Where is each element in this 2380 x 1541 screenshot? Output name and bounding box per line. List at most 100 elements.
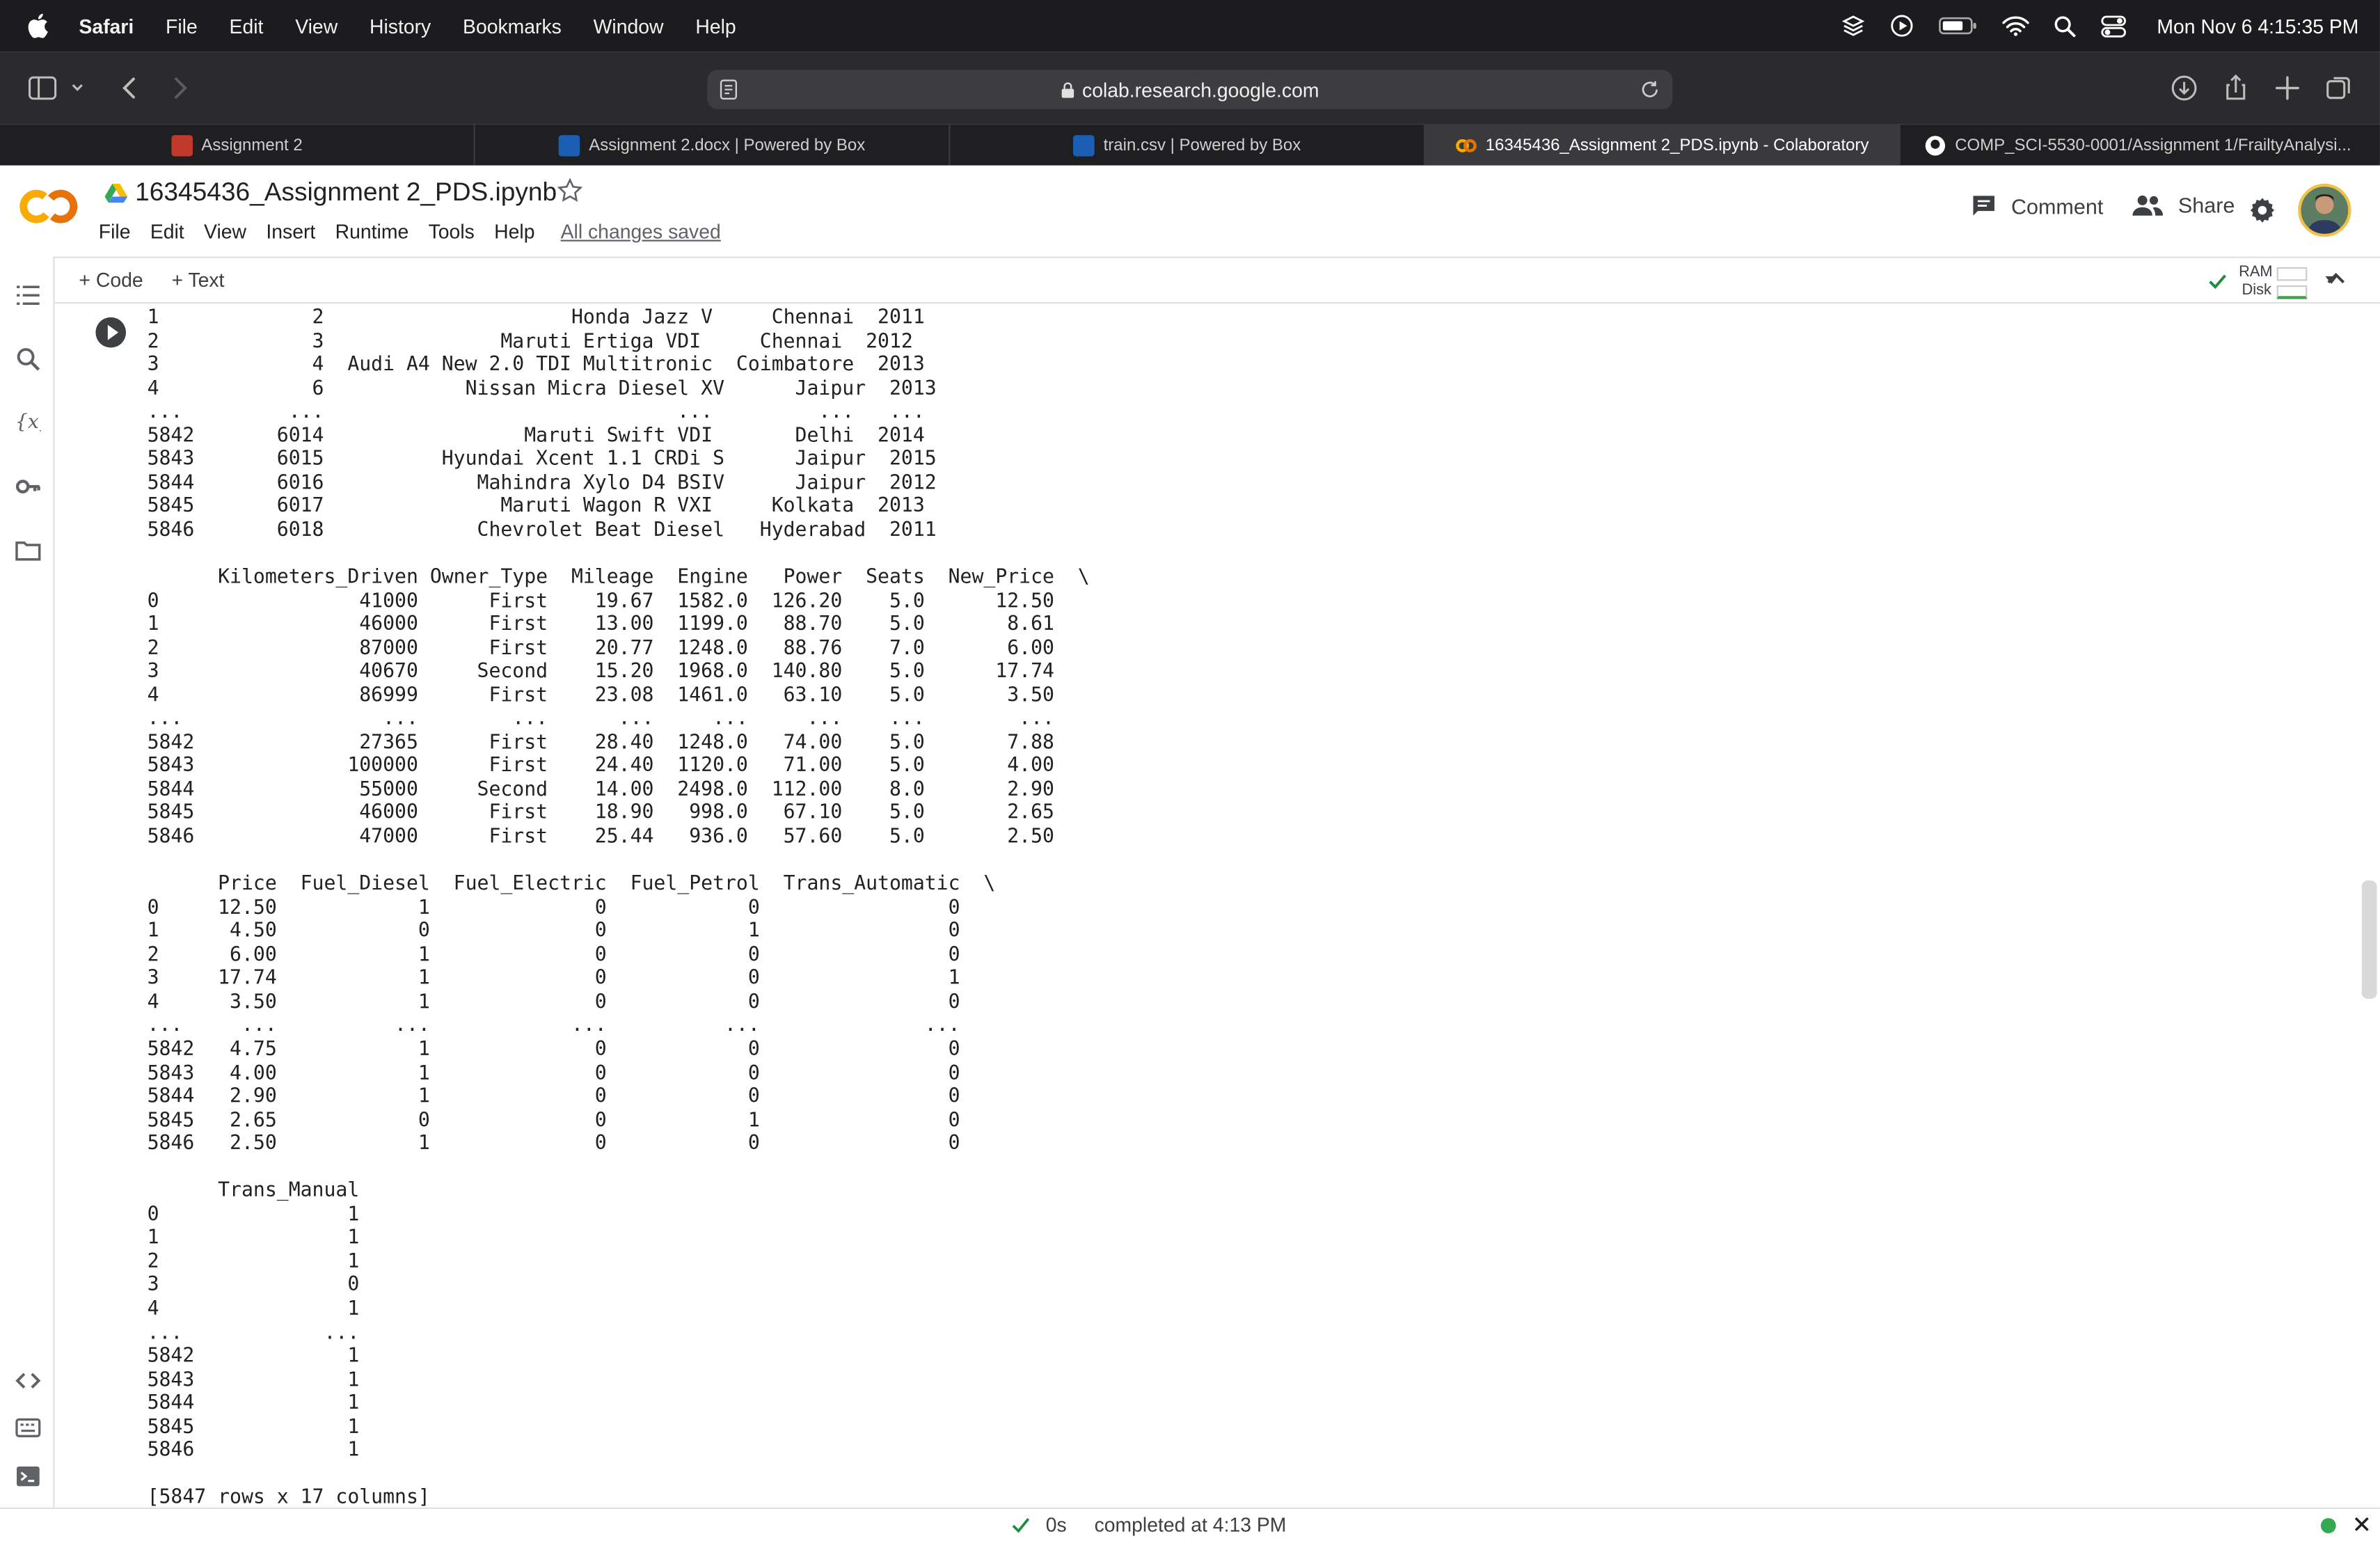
spotlight-search-icon[interactable] — [2054, 15, 2077, 38]
star-icon[interactable] — [557, 177, 583, 203]
browser-tab[interactable]: Assignment 2 — [0, 124, 475, 166]
variables-icon[interactable]: {x} — [15, 409, 41, 434]
browser-tab[interactable]: Assignment 2.docx | Powered by Box — [475, 124, 951, 166]
nb-menu-tools[interactable]: Tools — [429, 220, 475, 243]
execution-completed-time[interactable]: completed at 4:13 PM — [1095, 1514, 1287, 1537]
menu-edit[interactable]: Edit — [230, 15, 264, 38]
notebook-title[interactable]: 16345436_Assignment 2_PDS.ipynb — [135, 177, 557, 208]
browser-tab-active[interactable]: 16345436_Assignment 2_PDS.ipynb - Colabo… — [1425, 124, 1901, 166]
left-sidebar: {x} — [0, 256, 55, 1508]
add-text-button[interactable]: + Text — [171, 269, 224, 292]
sidebar-toggle-icon[interactable] — [27, 73, 58, 104]
forward-icon[interactable] — [164, 73, 195, 104]
share-label: Share — [2177, 192, 2235, 217]
downloads-icon[interactable] — [2169, 73, 2200, 104]
table-of-contents-icon[interactable] — [15, 283, 41, 308]
ram-label: RAM — [2239, 264, 2273, 281]
menu-history[interactable]: History — [370, 15, 431, 38]
vertical-scrollbar[interactable] — [2361, 880, 2377, 999]
apple-icon[interactable] — [27, 13, 49, 38]
browser-tab[interactable]: COMP_SCI-5530-0001/Assignment 1/FrailtyA… — [1901, 125, 2376, 166]
play-circle-icon[interactable] — [1890, 14, 1914, 38]
page-menu-icon[interactable] — [720, 79, 738, 100]
url-text: colab.research.google.com — [1082, 78, 1319, 102]
menu-app-name[interactable]: Safari — [79, 15, 134, 38]
tab-label: Assignment 2.docx | Powered by Box — [589, 136, 866, 155]
tab-label: 16345436_Assignment 2_PDS.ipynb - Colabo… — [1485, 136, 1869, 155]
status-menu-area: Mon Nov 6 4:15:35 PM — [1841, 0, 2358, 52]
github-icon — [1925, 135, 1946, 155]
svg-text:{x}: {x} — [15, 410, 41, 433]
close-icon[interactable] — [2353, 1515, 2371, 1533]
notebook-menu: File Edit View Insert Runtime Tools Help… — [99, 220, 740, 243]
browser-tab-bar: Assignment 2 Assignment 2.docx | Powered… — [0, 124, 2380, 166]
macos-menu-bar: Safari File Edit View History Bookmarks … — [0, 0, 2380, 52]
command-palette-icon[interactable] — [15, 1415, 41, 1441]
collapse-header-icon[interactable] — [2325, 270, 2347, 285]
colab-logo-icon[interactable] — [18, 187, 79, 226]
new-tab-icon[interactable] — [2272, 73, 2303, 104]
tab-label: COMP_SCI-5530-0001/Assignment 1/FrailtyA… — [1955, 136, 2351, 155]
menu-bookmarks[interactable]: Bookmarks — [463, 15, 562, 38]
menu-window[interactable]: Window — [594, 15, 664, 38]
box-icon — [1073, 134, 1095, 156]
disk-label: Disk — [2242, 282, 2271, 299]
canvas-icon — [170, 134, 193, 156]
nb-menu-view[interactable]: View — [204, 220, 246, 243]
lock-icon — [1061, 81, 1074, 97]
nb-menu-insert[interactable]: Insert — [266, 220, 315, 243]
tab-label: train.csv | Powered by Box — [1103, 136, 1301, 155]
comment-label: Comment — [2010, 194, 2104, 219]
disk-usage-bar — [2276, 285, 2308, 299]
nb-menu-runtime[interactable]: Runtime — [335, 220, 409, 243]
control-center-icon[interactable] — [2101, 15, 2127, 38]
nb-menu-file[interactable]: File — [99, 220, 131, 243]
comment-button[interactable]: Comment — [1970, 193, 2103, 220]
address-bar[interactable]: colab.research.google.com — [707, 70, 1673, 110]
menu-clock[interactable]: Mon Nov 6 4:15:35 PM — [2157, 15, 2358, 38]
settings-gear-icon[interactable] — [2248, 196, 2276, 224]
resource-indicator[interactable]: RAM Disk — [2207, 264, 2343, 301]
menu-view[interactable]: View — [295, 15, 338, 38]
screen: Safari File Edit View History Bookmarks … — [0, 0, 2380, 1541]
tab-label: Assignment 2 — [201, 136, 303, 155]
connection-status-dot — [2320, 1518, 2336, 1533]
nb-menu-edit[interactable]: Edit — [150, 220, 184, 243]
search-icon[interactable] — [15, 346, 41, 372]
colab-icon — [1455, 138, 1477, 152]
reload-icon[interactable] — [1640, 79, 1661, 100]
back-icon[interactable] — [116, 73, 146, 104]
menu-file[interactable]: File — [166, 15, 198, 38]
status-bar: 0s completed at 4:13 PM — [0, 1507, 2380, 1541]
terminal-icon[interactable] — [15, 1464, 41, 1489]
files-folder-icon[interactable] — [15, 537, 41, 563]
people-icon — [2132, 195, 2164, 216]
google-drive-icon[interactable] — [104, 182, 128, 204]
layers-icon[interactable] — [1841, 14, 1866, 38]
save-status-link[interactable]: All changes saved — [561, 220, 721, 243]
wifi-icon[interactable] — [2002, 15, 2029, 37]
share-icon[interactable] — [2221, 73, 2251, 104]
tab-overview-icon[interactable] — [2324, 73, 2354, 104]
cell-toolbar: + Code + Text RAM Disk — [54, 256, 2380, 304]
secrets-key-icon[interactable] — [15, 474, 41, 500]
add-code-button[interactable]: + Code — [79, 269, 143, 292]
nb-menu-help[interactable]: Help — [494, 220, 534, 243]
box-icon — [558, 134, 580, 156]
chevron-down-icon[interactable] — [68, 73, 86, 104]
share-button[interactable]: Share — [2131, 193, 2235, 217]
user-avatar[interactable] — [2298, 183, 2351, 237]
execution-elapsed[interactable]: 0s — [1046, 1514, 1067, 1537]
menu-help[interactable]: Help — [695, 15, 736, 38]
battery-icon[interactable] — [1938, 15, 1978, 37]
cell-output: 1 2 Honda Jazz V Chennai 2011 2 3 Maruti… — [54, 305, 2362, 1508]
comment-icon — [1973, 196, 1994, 216]
browser-tab[interactable]: train.csv | Powered by Box — [950, 124, 1426, 166]
code-snippets-icon[interactable] — [15, 1368, 41, 1393]
ram-usage-bar — [2276, 267, 2308, 281]
connected-check-icon — [2209, 274, 2226, 290]
execution-done-check-icon — [1012, 1518, 1030, 1533]
dataframe-output-text: 1 2 Honda Jazz V Chennai 2011 2 3 Maruti… — [147, 306, 1090, 1508]
run-cell-button[interactable] — [95, 317, 127, 348]
avatar-image — [2301, 187, 2349, 234]
